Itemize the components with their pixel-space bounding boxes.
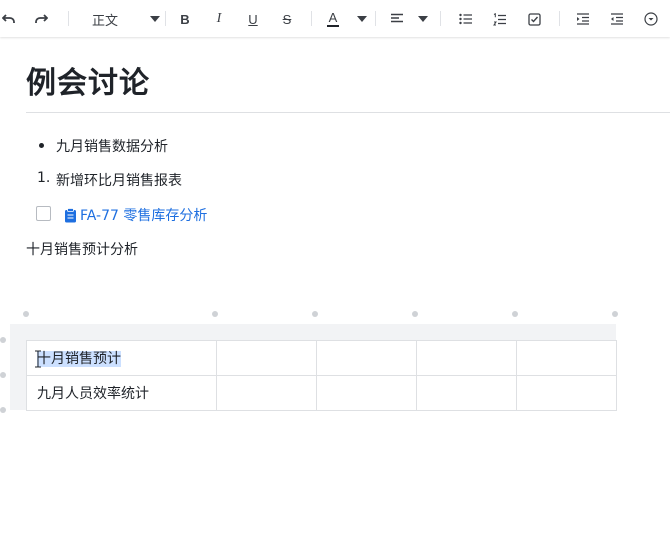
task-checkbox[interactable] xyxy=(36,206,51,221)
selected-cell-text: 十月销售预计 xyxy=(37,351,121,367)
bullet-list-button[interactable] xyxy=(457,8,475,30)
italic-button[interactable]: I xyxy=(210,8,228,30)
table-cell[interactable] xyxy=(316,340,417,376)
bullet-list-item[interactable]: 九月销售数据分析 xyxy=(56,136,168,156)
table-cell[interactable]: 十月销售预计 xyxy=(26,340,217,376)
chevron-down-icon xyxy=(418,16,428,22)
data-table: 十月销售预计 九月人员效率统计 xyxy=(26,340,617,411)
circle-chevron-down-icon xyxy=(644,12,658,26)
paragraph-text[interactable]: 十月销售预计分析 xyxy=(26,239,138,259)
toolbar-divider xyxy=(68,11,69,26)
text-style-select[interactable]: 正文 xyxy=(92,8,160,30)
clipboard-icon xyxy=(65,207,76,222)
undo-icon xyxy=(2,14,15,23)
text-cursor-icon xyxy=(35,350,41,368)
bold-icon: B xyxy=(180,11,190,27)
strikethrough-icon: S xyxy=(282,11,292,27)
table-cell[interactable] xyxy=(416,340,517,376)
numbered-list-icon xyxy=(493,12,506,25)
row-handle[interactable] xyxy=(0,337,6,343)
table-row: 十月销售预计 xyxy=(26,340,617,376)
task-doc-link[interactable]: FA-77 零售库存分析 xyxy=(64,205,207,225)
align-button[interactable] xyxy=(390,8,428,30)
title-divider xyxy=(26,112,670,113)
undo-button[interactable] xyxy=(0,8,18,30)
redo-button[interactable] xyxy=(32,8,50,30)
table-cell[interactable] xyxy=(216,340,317,376)
checkbox-icon xyxy=(527,12,541,26)
chevron-down-icon xyxy=(150,16,160,22)
toolbar-divider xyxy=(440,11,441,26)
table-cell[interactable] xyxy=(516,375,617,411)
column-handle[interactable] xyxy=(512,311,518,317)
strikethrough-button[interactable]: S xyxy=(278,8,296,30)
italic-icon: I xyxy=(216,11,222,26)
font-color-icon: A xyxy=(327,10,339,27)
more-options-button[interactable] xyxy=(642,8,660,30)
table-cell[interactable] xyxy=(216,375,317,411)
indent-decrease-button[interactable] xyxy=(608,8,626,30)
table-cell[interactable]: 九月人员效率统计 xyxy=(26,375,217,411)
indent-increase-icon xyxy=(577,13,589,25)
editor-toolbar: 正文 B I U S A xyxy=(0,0,670,37)
numbered-list-button[interactable] xyxy=(491,8,509,30)
text-style-label: 正文 xyxy=(92,13,119,29)
align-left-icon xyxy=(391,13,403,23)
underline-icon: U xyxy=(248,11,258,27)
indent-increase-button[interactable] xyxy=(574,8,592,30)
numbered-list-item[interactable]: 新增环比月销售报表 xyxy=(56,170,182,190)
column-handle[interactable] xyxy=(212,311,218,317)
row-handle[interactable] xyxy=(0,372,6,378)
redo-icon xyxy=(35,14,48,23)
toolbar-divider xyxy=(165,11,166,26)
task-doc-link-label: FA-77 零售库存分析 xyxy=(80,208,208,224)
table-cell[interactable] xyxy=(516,340,617,376)
bullet-list-icon xyxy=(459,13,472,25)
column-handle[interactable] xyxy=(412,311,418,317)
page-title[interactable]: 例会讨论 xyxy=(26,58,150,102)
toolbar-divider xyxy=(375,11,376,26)
toolbar-divider xyxy=(311,11,312,26)
underline-button[interactable]: U xyxy=(244,8,262,30)
column-handle[interactable] xyxy=(312,311,318,317)
column-handle[interactable] xyxy=(612,311,618,317)
row-handle[interactable] xyxy=(0,407,6,413)
bold-button[interactable]: B xyxy=(176,8,194,30)
font-color-button[interactable]: A xyxy=(327,8,367,30)
table-cell[interactable] xyxy=(316,375,417,411)
column-handle[interactable] xyxy=(23,311,29,317)
toolbar-divider xyxy=(559,11,560,26)
task-list-button[interactable] xyxy=(525,8,543,30)
chevron-down-icon xyxy=(357,16,367,22)
table-cell[interactable] xyxy=(416,375,517,411)
indent-decrease-icon xyxy=(611,13,623,25)
numbered-list-index: 1. xyxy=(37,170,51,186)
bullet-marker xyxy=(39,143,44,148)
table-row: 九月人员效率统计 xyxy=(26,375,617,411)
